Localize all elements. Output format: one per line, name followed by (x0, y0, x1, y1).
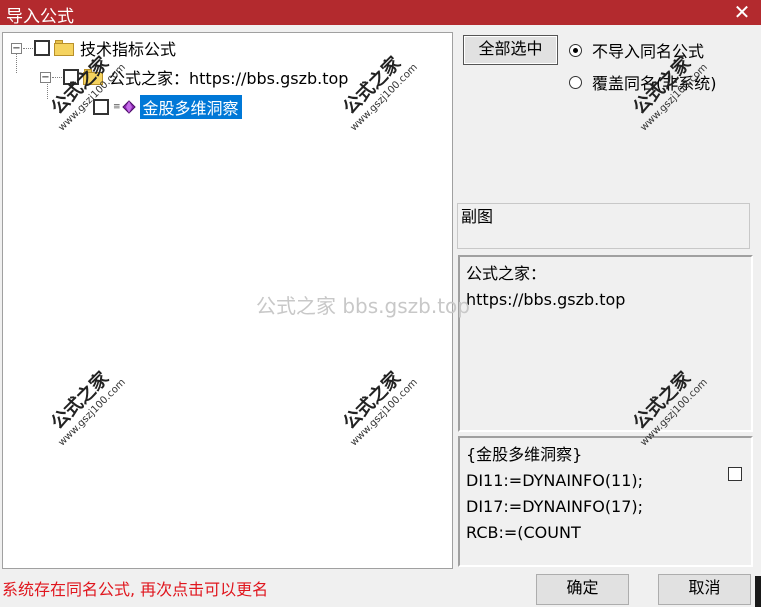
code-option-checkbox[interactable] (728, 467, 742, 481)
cancel-button[interactable]: 取消 (658, 574, 751, 605)
tree-node-root[interactable]: − 技术指标公式 (11, 36, 176, 60)
code-line: {金股多维洞察} (466, 445, 583, 464)
title-bar: 导入公式 ✕ (0, 0, 761, 27)
radio-overwrite-indicator[interactable] (569, 75, 582, 89)
leaf-checkbox[interactable] (93, 99, 109, 115)
code-line: DI11:=DYNAINFO(11); (466, 471, 644, 490)
tree-node-child-label: 公式之家：https://bbs.gszb.top (109, 69, 349, 88)
description-line-2: https://bbs.gszb.top (466, 290, 626, 309)
description-line-1: 公式之家： (466, 264, 547, 283)
select-all-button[interactable]: 全部选中 (463, 35, 558, 65)
formula-icon: ≡ (113, 102, 120, 112)
tree-node-child[interactable]: − 公式之家：https://bbs.gszb.top (40, 65, 348, 89)
tree-dots (52, 76, 62, 78)
collapse-icon[interactable]: − (40, 71, 51, 83)
close-icon[interactable]: ✕ (731, 0, 753, 24)
radio-no-import-label: 不导入同名公式 (592, 42, 705, 61)
root-checkbox[interactable] (34, 40, 50, 56)
radio-overwrite[interactable]: 覆盖同名(非系统) (569, 70, 717, 94)
code-preview-box[interactable]: {金股多维洞察} DI11:=DYNAINFO(11); DI17:=DYNAI… (458, 436, 753, 567)
tree-dots (23, 47, 33, 49)
window-title: 导入公式 (6, 7, 74, 27)
radio-no-import[interactable]: 不导入同名公式 (569, 38, 704, 62)
radio-overwrite-label: 覆盖同名(非系统) (592, 74, 717, 93)
formula-tree[interactable]: − 技术指标公式 − 公式之家：https://bbs.gszb.top ≡ 金… (2, 32, 453, 569)
window-edge (755, 576, 761, 607)
formula-type-label: 副图 (461, 207, 494, 226)
gem-icon (121, 100, 136, 114)
tree-node-leaf[interactable]: ≡ 金股多维洞察 (93, 95, 242, 119)
code-line: RCB:=(COUNT (466, 523, 581, 542)
child-checkbox[interactable] (63, 69, 79, 85)
tree-node-root-label: 技术指标公式 (80, 40, 177, 59)
folder-icon (54, 40, 74, 56)
ok-button[interactable]: 确定 (536, 574, 629, 605)
radio-no-import-indicator[interactable] (569, 43, 582, 57)
tree-node-leaf-label: 金股多维洞察 (139, 95, 242, 119)
description-box[interactable]: 公式之家： https://bbs.gszb.top (458, 255, 753, 432)
status-message: 系统存在同名公式, 再次点击可以更名 (2, 580, 269, 599)
formula-type-box: 副图 (457, 203, 750, 249)
collapse-icon[interactable]: − (11, 42, 22, 54)
code-line: DI17:=DYNAINFO(17); (466, 497, 644, 516)
folder-icon (83, 69, 103, 85)
